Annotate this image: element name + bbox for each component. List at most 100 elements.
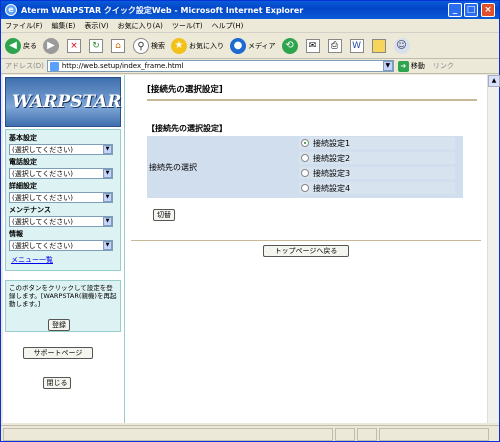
nav-panel: 基本設定 (選択してください) ▼ 電話設定 (選択してください) ▼ 詳細設定 (…: [5, 129, 121, 271]
menu-bar: ファイル(F) 編集(E) 表示(V) お気に入り(A) ツール(T) ヘルプ(…: [1, 19, 499, 33]
go-label: 移動: [410, 62, 425, 70]
main-frame: [接続先の選択設定] 【接続先の選択設定】 接続先の選択 接続設定1 接続設定2…: [127, 75, 487, 423]
register-info-box: このボタンをクリックして設定を登録します。[WARPSTAR(親機)を再起動しま…: [5, 280, 121, 332]
status-text: [3, 427, 333, 441]
connection-select-label: 接続先の選択: [149, 162, 197, 172]
search-label: 検索: [151, 41, 165, 50]
url-input[interactable]: http://web.setup/index_frame.html ▼: [46, 60, 394, 72]
word-icon: W: [349, 38, 364, 53]
back-button[interactable]: ◀ 戻る: [5, 37, 37, 54]
sidebar-frame: WARPSTAR 基本設定 (選択してください) ▼ 電話設定 (選択してください…: [3, 75, 125, 423]
search-icon: ⚲: [133, 37, 149, 54]
option-label: 接続設定1: [313, 138, 351, 148]
warpstar-logo: WARPSTAR: [5, 77, 121, 127]
print-button[interactable]: ⎙: [327, 38, 344, 53]
nav-basic: 基本設定 (選択してください) ▼: [9, 133, 113, 155]
nav-detail: 詳細設定 (選択してください) ▼: [9, 181, 113, 203]
mail-button[interactable]: ✉: [305, 38, 322, 53]
nav-info-value: (選択してください): [12, 241, 74, 250]
chevron-down-icon: ▼: [103, 217, 112, 226]
register-button[interactable]: 登録: [48, 319, 70, 331]
switch-button[interactable]: 切替: [153, 209, 175, 221]
history-icon: ⟲: [281, 37, 298, 54]
connection-option-4[interactable]: 接続設定4: [299, 182, 455, 194]
nav-phone: 電話設定 (選択してください) ▼: [9, 157, 113, 179]
stop-icon: ×: [67, 38, 81, 53]
printer-icon: ⎙: [327, 38, 342, 53]
refresh-icon: ↻: [89, 38, 103, 53]
nav-phone-value: (選択してください): [12, 169, 74, 178]
nav-basic-select[interactable]: (選択してください) ▼: [9, 144, 113, 155]
close-window-button[interactable]: ×: [481, 3, 495, 17]
menu-favorites[interactable]: お気に入り(A): [118, 21, 163, 31]
messenger-button[interactable]: ☺: [393, 37, 412, 54]
connection-option-3[interactable]: 接続設定3: [299, 167, 455, 179]
favorites-button[interactable]: ★ お気に入り: [171, 37, 224, 54]
back-label: 戻る: [23, 41, 37, 50]
go-button[interactable]: ➜ 移動: [397, 60, 425, 72]
nav-info-label: 情報: [9, 230, 23, 238]
nav-info-select[interactable]: (選択してください) ▼: [9, 240, 113, 251]
menu-view[interactable]: 表示(V): [84, 21, 108, 31]
chevron-down-icon: ▼: [103, 241, 112, 250]
vertical-scrollbar[interactable]: ▲: [487, 75, 500, 423]
section-title: 【接続先の選択設定】: [147, 124, 227, 133]
links-label[interactable]: リンク: [433, 61, 454, 71]
page-icon: [49, 61, 59, 71]
nav-maintenance-select[interactable]: (選択してください) ▼: [9, 216, 113, 227]
back-arrow-icon: ◀: [5, 37, 21, 54]
option-label: 接続設定2: [313, 153, 351, 163]
status-bar: [1, 425, 499, 442]
mail-icon: ✉: [305, 38, 320, 53]
home-button[interactable]: ⌂: [111, 38, 127, 53]
option-label: 接続設定3: [313, 168, 351, 178]
refresh-button[interactable]: ↻: [89, 38, 105, 53]
favorites-label: お気に入り: [189, 41, 224, 50]
media-button[interactable]: ● メディア: [230, 37, 276, 54]
ie-logo-icon: e: [5, 4, 17, 16]
folder-icon: [371, 38, 386, 53]
nav-phone-select[interactable]: (選択してください) ▼: [9, 168, 113, 179]
radio-icon[interactable]: [301, 184, 309, 192]
folder-button[interactable]: [371, 38, 388, 53]
connection-option-2[interactable]: 接続設定2: [299, 152, 455, 164]
menu-list-link[interactable]: メニュー一覧: [11, 255, 53, 265]
register-info-text: このボタンをクリックして設定を登録します。[WARPSTAR(親機)を再起動しま…: [9, 284, 117, 308]
close-button[interactable]: 閉じる: [43, 377, 71, 389]
maximize-button[interactable]: □: [464, 3, 478, 17]
divider: [131, 240, 481, 241]
radio-selected-icon[interactable]: [301, 139, 309, 147]
address-label: アドレス(D): [5, 62, 44, 70]
menu-file[interactable]: ファイル(F): [5, 21, 43, 31]
star-icon: ★: [171, 37, 187, 54]
chevron-down-icon: ▼: [103, 193, 112, 202]
search-button[interactable]: ⚲ 検索: [133, 37, 165, 54]
stop-button[interactable]: ×: [67, 38, 83, 53]
page-content: WARPSTAR 基本設定 (選択してください) ▼ 電話設定 (選択してください…: [3, 75, 487, 423]
chevron-down-icon: ▼: [103, 145, 112, 154]
title-bar: e Aterm WARPSTAR クイック設定Web - Microsoft I…: [1, 1, 499, 19]
menu-edit[interactable]: 編集(E): [52, 21, 76, 31]
forward-button[interactable]: ▶: [43, 37, 61, 54]
address-bar: アドレス(D) http://web.setup/index_frame.htm…: [1, 59, 499, 74]
nav-detail-select[interactable]: (選択してください) ▼: [9, 192, 113, 203]
support-page-button[interactable]: サポートページ: [23, 347, 93, 359]
menu-tools[interactable]: ツール(T): [172, 21, 203, 31]
window-title: Aterm WARPSTAR クイック設定Web - Microsoft Int…: [21, 5, 304, 15]
nav-detail-value: (選択してください): [12, 193, 74, 202]
history-button[interactable]: ⟲: [281, 37, 300, 54]
messenger-icon: ☺: [393, 37, 410, 54]
scroll-up-icon[interactable]: ▲: [488, 75, 500, 87]
zone-indicator: [379, 427, 489, 441]
url-dropdown-icon[interactable]: ▼: [382, 61, 393, 71]
radio-icon[interactable]: [301, 154, 309, 162]
menu-help[interactable]: ヘルプ(H): [212, 21, 244, 31]
connection-option-1[interactable]: 接続設定1: [299, 137, 455, 149]
top-page-button[interactable]: トップページへ戻る: [263, 245, 349, 257]
edit-button[interactable]: W: [349, 38, 366, 53]
radio-icon[interactable]: [301, 169, 309, 177]
logo-text: WARPSTAR: [12, 92, 122, 112]
forward-arrow-icon: ▶: [43, 37, 59, 54]
minimize-button[interactable]: _: [448, 3, 462, 17]
chevron-down-icon: ▼: [103, 169, 112, 178]
